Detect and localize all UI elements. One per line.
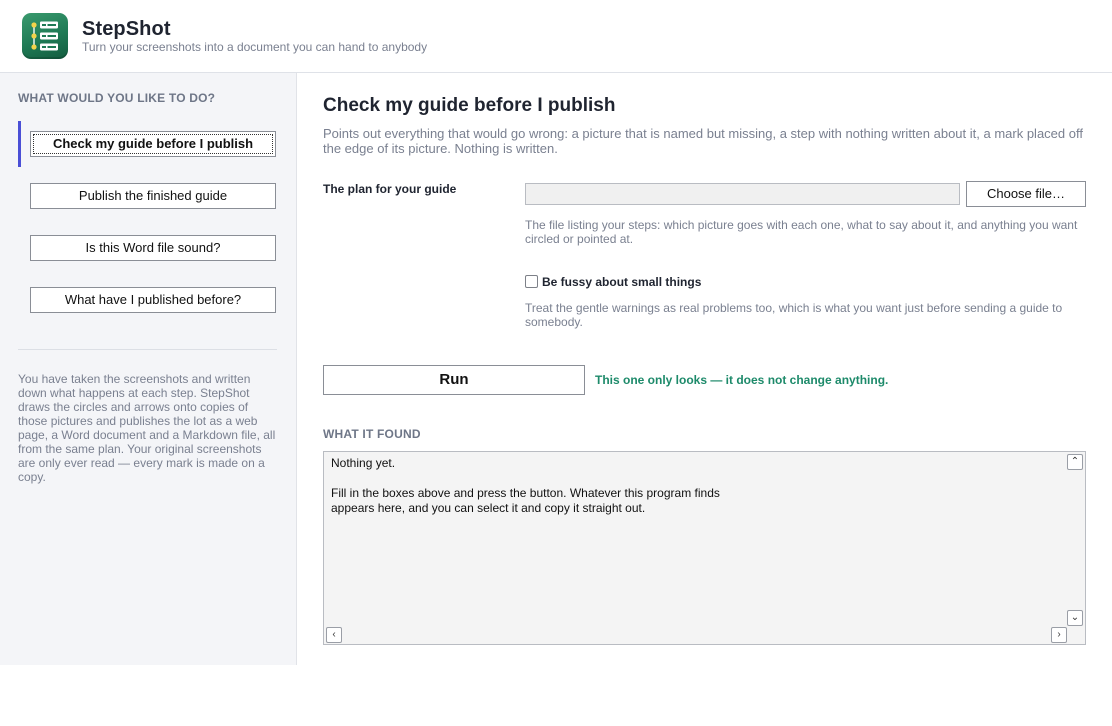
run-button[interactable]: Run xyxy=(323,365,585,395)
sidebar-item-publish[interactable]: Publish the finished guide xyxy=(30,183,276,209)
results-heading: WHAT IT FOUND xyxy=(323,427,421,441)
sidebar: WHAT WOULD YOU LIKE TO DO? Check my guid… xyxy=(0,73,297,665)
sidebar-item-label: Is this Word file sound? xyxy=(85,240,221,255)
plan-field-label: The plan for your guide xyxy=(323,182,457,196)
scroll-up-icon[interactable]: ⌃ xyxy=(1067,454,1083,470)
page-title: Check my guide before I publish xyxy=(323,95,616,116)
sidebar-note: You have taken the screenshots and writt… xyxy=(18,372,276,484)
plan-file-input[interactable] xyxy=(525,183,960,205)
sidebar-item-check-guide[interactable]: Check my guide before I publish xyxy=(30,131,276,157)
app-header: StepShot Turn your screenshots into a do… xyxy=(0,0,1112,73)
sidebar-item-history[interactable]: What have I published before? xyxy=(30,287,276,313)
active-indicator xyxy=(18,121,21,167)
app-title: StepShot xyxy=(82,18,171,40)
sidebar-item-label: Publish the finished guide xyxy=(78,188,228,203)
focus-ring xyxy=(33,134,273,154)
sidebar-divider xyxy=(18,349,277,350)
results-textarea[interactable]: Nothing yet. Fill in the boxes above and… xyxy=(323,451,1086,645)
fussy-checkbox-label[interactable]: Be fussy about small things xyxy=(542,275,701,289)
app-subtitle: Turn your screenshots into a document yo… xyxy=(82,40,428,54)
sidebar-item-label: What have I published before? xyxy=(64,292,242,307)
fussy-checkbox-help: Treat the gentle warnings as real proble… xyxy=(525,301,1063,329)
fussy-checkbox[interactable] xyxy=(525,275,538,288)
checklist-icon xyxy=(22,13,68,59)
results-text[interactable]: Nothing yet. Fill in the boxes above and… xyxy=(331,456,1061,516)
run-note: This one only looks — it does not change… xyxy=(595,373,889,387)
choose-file-button[interactable]: Choose file… xyxy=(966,181,1086,207)
scroll-down-icon[interactable]: ⌄ xyxy=(1067,610,1083,626)
plan-field-help: The file listing your steps: which pictu… xyxy=(525,218,1078,246)
sidebar-heading: WHAT WOULD YOU LIKE TO DO? xyxy=(18,91,216,105)
scroll-left-icon[interactable]: ‹ xyxy=(326,627,342,643)
scroll-right-icon[interactable]: › xyxy=(1051,627,1067,643)
sidebar-item-word-check[interactable]: Is this Word file sound? xyxy=(30,235,276,261)
page-description: Points out everything that would go wron… xyxy=(323,126,1083,156)
